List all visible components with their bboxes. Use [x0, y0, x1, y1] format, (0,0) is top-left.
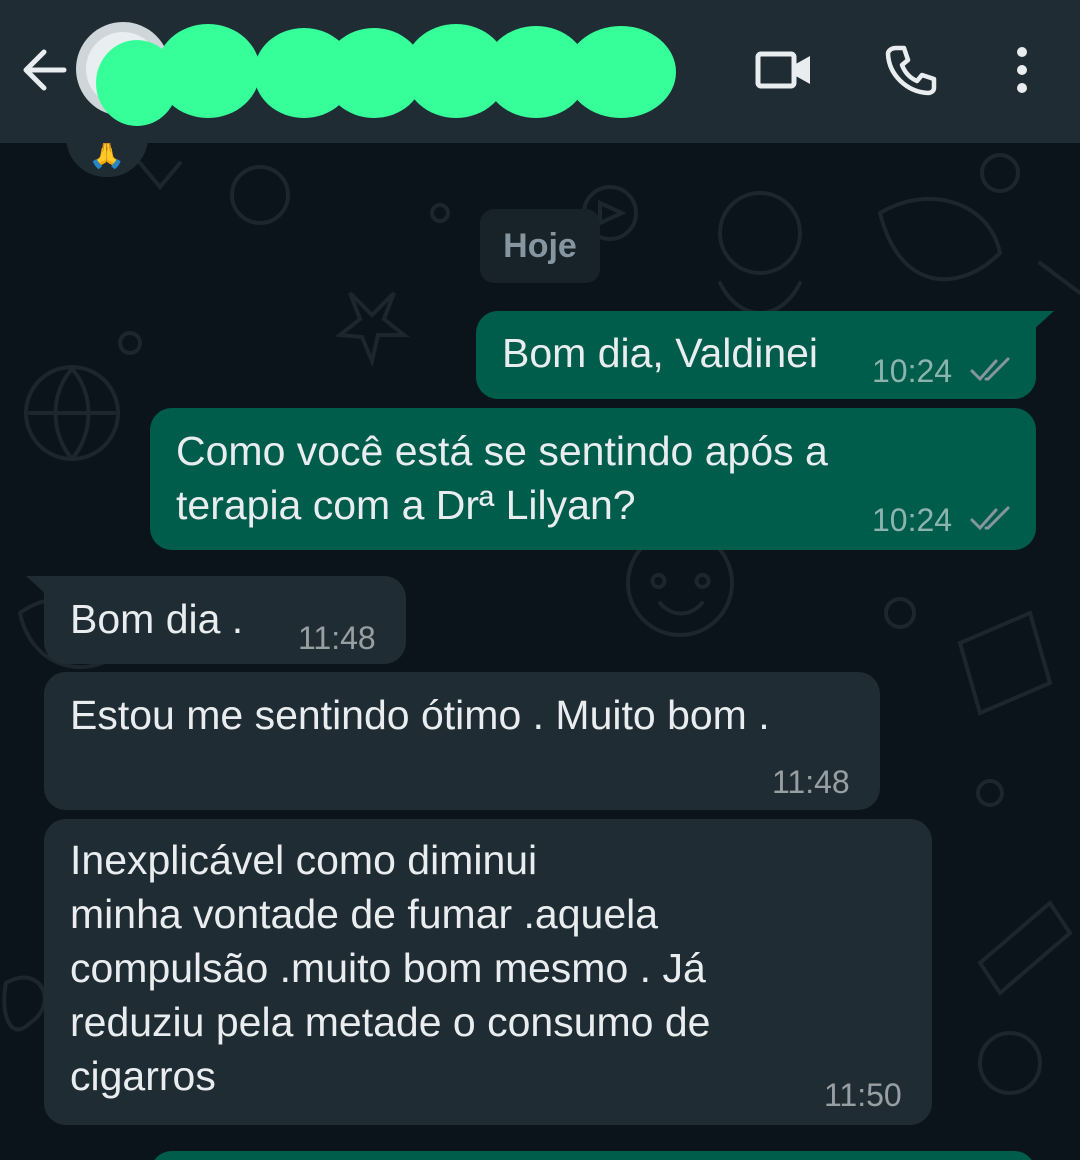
double-check-read-icon [970, 506, 1010, 531]
message-time: 11:48 [298, 620, 376, 656]
message-time: 10:24 [872, 502, 953, 538]
message-list[interactable]: 🙏 Hoje Bom dia, Valdinei 10:24 Como você… [0, 143, 1080, 1160]
date-divider: Hoje [480, 209, 600, 283]
double-check-read-icon [970, 357, 1010, 382]
message-bubble-outgoing[interactable]: Bom dia, Valdinei 10:24 [476, 311, 1036, 399]
message-bubble-incoming[interactable]: Estou me sentindo ótimo . Muito bom . 11… [44, 672, 880, 810]
arrow-left-icon[interactable] [18, 44, 70, 96]
more-vertical-icon[interactable] [992, 40, 1052, 100]
message-bubble-outgoing[interactable]: Como você está se sentindo após a terapi… [150, 408, 1036, 550]
message-text: Bom dia, Valdinei [502, 330, 819, 376]
message-bubble-outgoing[interactable] [150, 1151, 1036, 1160]
chat-header [0, 0, 1080, 143]
bubble-tail [26, 576, 48, 596]
message-time: 10:24 [872, 353, 953, 389]
message-bubble-incoming[interactable]: Inexplicável como diminui minha vontade … [44, 819, 932, 1125]
message-text: Inexplicável como diminui minha vontade … [70, 837, 711, 1099]
message-time: 11:48 [772, 764, 850, 800]
whatsapp-chat-screen: 🙏 Hoje Bom dia, Valdinei 10:24 Como você… [0, 0, 1080, 1160]
bubble-tail [1032, 311, 1054, 331]
video-camera-icon[interactable] [754, 40, 814, 100]
message-time: 11:50 [824, 1077, 902, 1113]
message-text: Bom dia . [70, 596, 244, 642]
redacted-contact-name[interactable] [96, 18, 696, 130]
message-text: Como você está se sentindo após a terapi… [176, 428, 828, 528]
message-text: Estou me sentindo ótimo . Muito bom . [70, 692, 770, 738]
phone-icon[interactable] [880, 40, 940, 100]
message-bubble-incoming[interactable]: Bom dia . 11:48 [44, 576, 406, 664]
